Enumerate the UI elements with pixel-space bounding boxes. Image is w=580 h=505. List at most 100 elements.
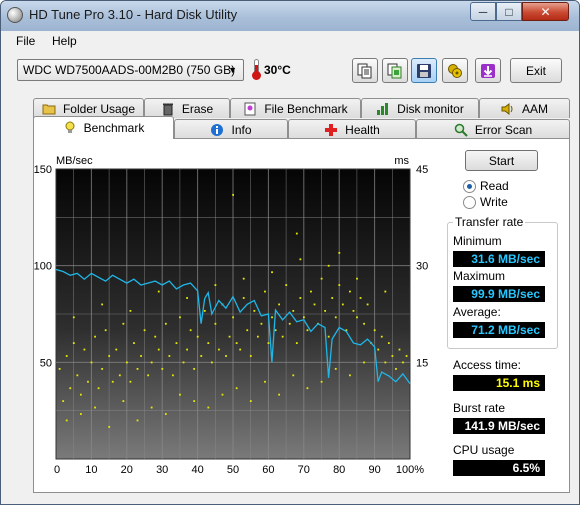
options-button[interactable] (442, 58, 468, 83)
minimize-button[interactable]: ─ (470, 2, 496, 21)
access-time-point (274, 329, 277, 332)
close-button[interactable]: ✕ (522, 2, 569, 21)
window-title: HD Tune Pro 3.10 - Hard Disk Utility (29, 7, 238, 22)
lightbulb-icon (65, 121, 75, 133)
x-tick-label: 70 (298, 464, 310, 473)
tab-file-benchmark[interactable]: File Benchmark (230, 98, 361, 118)
access-time-point (193, 400, 196, 402)
access-time-point (242, 297, 245, 299)
y2-tick-label: 15 (416, 357, 428, 369)
write-radio-dot (463, 196, 476, 209)
burst-rate-value: 141.9 MB/sec (453, 418, 545, 434)
access-time-point (398, 348, 401, 351)
tab-error-scan[interactable]: Error Scan (416, 119, 570, 139)
benchmark-chart: MB/sec ms 150 100 50 45 30 15 0 10 20 30 40 50 60 7… (34, 155, 429, 473)
x-tick-label: 20 (121, 464, 133, 473)
access-time-point (79, 413, 82, 415)
chart-icon (377, 102, 389, 115)
x-tick-label: 40 (191, 464, 203, 473)
access-time-point (108, 425, 111, 428)
tab-aam-label: AAM (521, 101, 548, 116)
access-time-point (256, 335, 259, 338)
tab-erase[interactable]: Erase (144, 98, 230, 118)
copy-text-button[interactable] (352, 58, 378, 83)
access-time-point (295, 342, 298, 344)
access-time-point (196, 335, 199, 338)
access-time-point (101, 367, 104, 370)
access-time-point (203, 309, 206, 312)
access-time-point (90, 361, 93, 364)
access-time-point (327, 264, 330, 267)
tab-folder-usage[interactable]: Folder Usage (33, 98, 144, 118)
download-arrow-icon (481, 63, 495, 78)
access-time-point (111, 380, 114, 383)
access-time-point (157, 348, 160, 351)
tab-health-label: Health (345, 122, 380, 137)
access-time-point (104, 329, 107, 332)
access-time-point (200, 355, 203, 357)
access-time-point (387, 342, 390, 344)
tab-strip: Folder Usage Erase File Benchmark Disk m… (1, 98, 579, 139)
access-time-point (278, 393, 281, 396)
access-time-point (126, 361, 128, 364)
read-radio[interactable]: Read (463, 179, 553, 195)
access-time-point (79, 393, 82, 396)
x-tick-label: 50 (227, 464, 239, 473)
access-time-point (341, 303, 344, 306)
wrench-icon (448, 63, 462, 78)
access-time-point (210, 361, 213, 364)
cpu-usage-label: CPU usage (453, 443, 515, 457)
access-time-point (380, 335, 383, 338)
access-time-point (299, 258, 302, 261)
tab-health[interactable]: Health (288, 119, 416, 139)
access-time-point (264, 380, 266, 383)
access-time-point (310, 290, 312, 293)
burst-rate-label: Burst rate (453, 401, 506, 415)
tab-aam[interactable]: AAM (479, 98, 570, 118)
access-time-point (334, 316, 337, 319)
maximize-button[interactable]: □ (496, 2, 522, 21)
access-time-point (356, 277, 358, 280)
access-time-point (334, 367, 337, 370)
x-tick-label: 90 (368, 464, 380, 473)
access-time-point (320, 277, 323, 280)
access-time-point (331, 297, 334, 299)
access-time-point (239, 348, 242, 351)
access-time-point (76, 374, 79, 377)
write-radio[interactable]: Write (463, 195, 553, 211)
exit-button[interactable]: Exit (510, 58, 562, 83)
access-time-point (133, 342, 135, 344)
download-button[interactable] (475, 58, 501, 83)
access-time-point (327, 335, 330, 338)
access-time-point (218, 348, 220, 351)
access-time-value: 15.1 ms (453, 375, 545, 391)
access-time-point (164, 413, 167, 415)
access-time-point (260, 322, 263, 325)
x-tick-label: 10 (85, 464, 97, 473)
y2-tick-label: 30 (416, 261, 428, 273)
drive-select-value: WDC WD7500AADS-00M2B0 (750 GB) (23, 63, 236, 77)
access-time-point (235, 387, 238, 390)
floppy-disk-icon (417, 63, 431, 78)
drive-select[interactable]: WDC WD7500AADS-00M2B0 (750 GB) ▼ (17, 59, 244, 81)
title-bar[interactable]: HD Tune Pro 3.10 - Hard Disk Utility ─ □… (1, 1, 579, 31)
save-button[interactable] (411, 58, 437, 83)
access-time-point (69, 387, 72, 390)
access-time-point (292, 309, 295, 312)
menu-help[interactable]: Help (52, 34, 77, 48)
access-time-point (164, 322, 167, 325)
tab-disk-monitor[interactable]: Disk monitor (361, 98, 479, 118)
access-time-point (122, 322, 125, 325)
access-time-point (168, 355, 171, 357)
access-time-point (225, 355, 227, 357)
access-time-point (338, 251, 341, 254)
tab-benchmark[interactable]: Benchmark (33, 116, 174, 139)
access-time-point (207, 406, 210, 409)
menu-file[interactable]: File (16, 34, 35, 48)
access-time-point (349, 374, 351, 377)
copy-screenshot-button[interactable] (382, 58, 408, 83)
start-button[interactable]: Start (465, 150, 538, 171)
tab-info[interactable]: Info (174, 119, 288, 139)
access-time-point (253, 309, 256, 312)
access-time-point (232, 193, 234, 196)
